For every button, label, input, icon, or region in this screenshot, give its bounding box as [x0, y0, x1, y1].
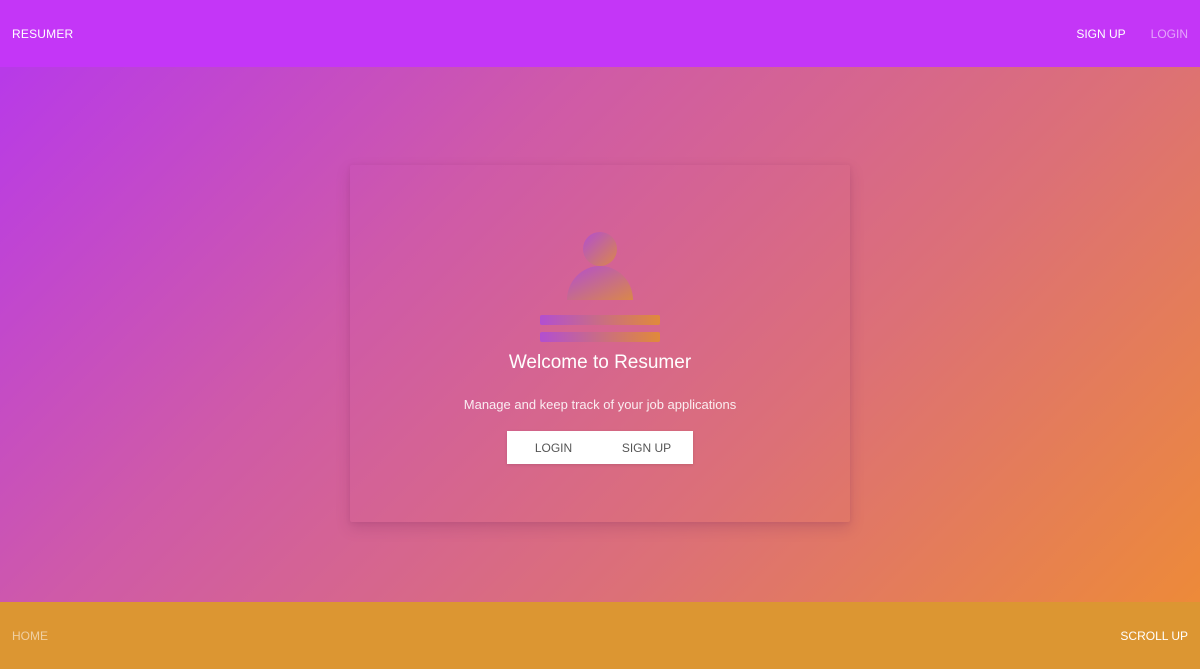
brand-logo[interactable]: RESUMER — [12, 27, 73, 41]
nav-login-link[interactable]: LOGIN — [1151, 27, 1188, 41]
auth-button-group: LOGIN SIGN UP — [507, 431, 693, 464]
welcome-subtitle: Manage and keep track of your job applic… — [463, 397, 737, 412]
login-button[interactable]: LOGIN — [507, 431, 600, 464]
resume-user-icon — [540, 230, 660, 345]
top-navbar: RESUMER SIGN UP LOGIN — [0, 0, 1200, 67]
footer-bar: HOME SCROLL UP — [0, 602, 1200, 669]
nav-signup-link[interactable]: SIGN UP — [1076, 27, 1125, 41]
top-nav: SIGN UP LOGIN — [1076, 27, 1188, 41]
footer-scroll-up-link[interactable]: SCROLL UP — [1120, 629, 1188, 643]
welcome-title: Welcome to Resumer — [508, 352, 692, 373]
welcome-card: Welcome to Resumer Manage and keep track… — [350, 165, 850, 522]
footer-home-link[interactable]: HOME — [12, 629, 48, 643]
signup-button[interactable]: SIGN UP — [600, 431, 693, 464]
